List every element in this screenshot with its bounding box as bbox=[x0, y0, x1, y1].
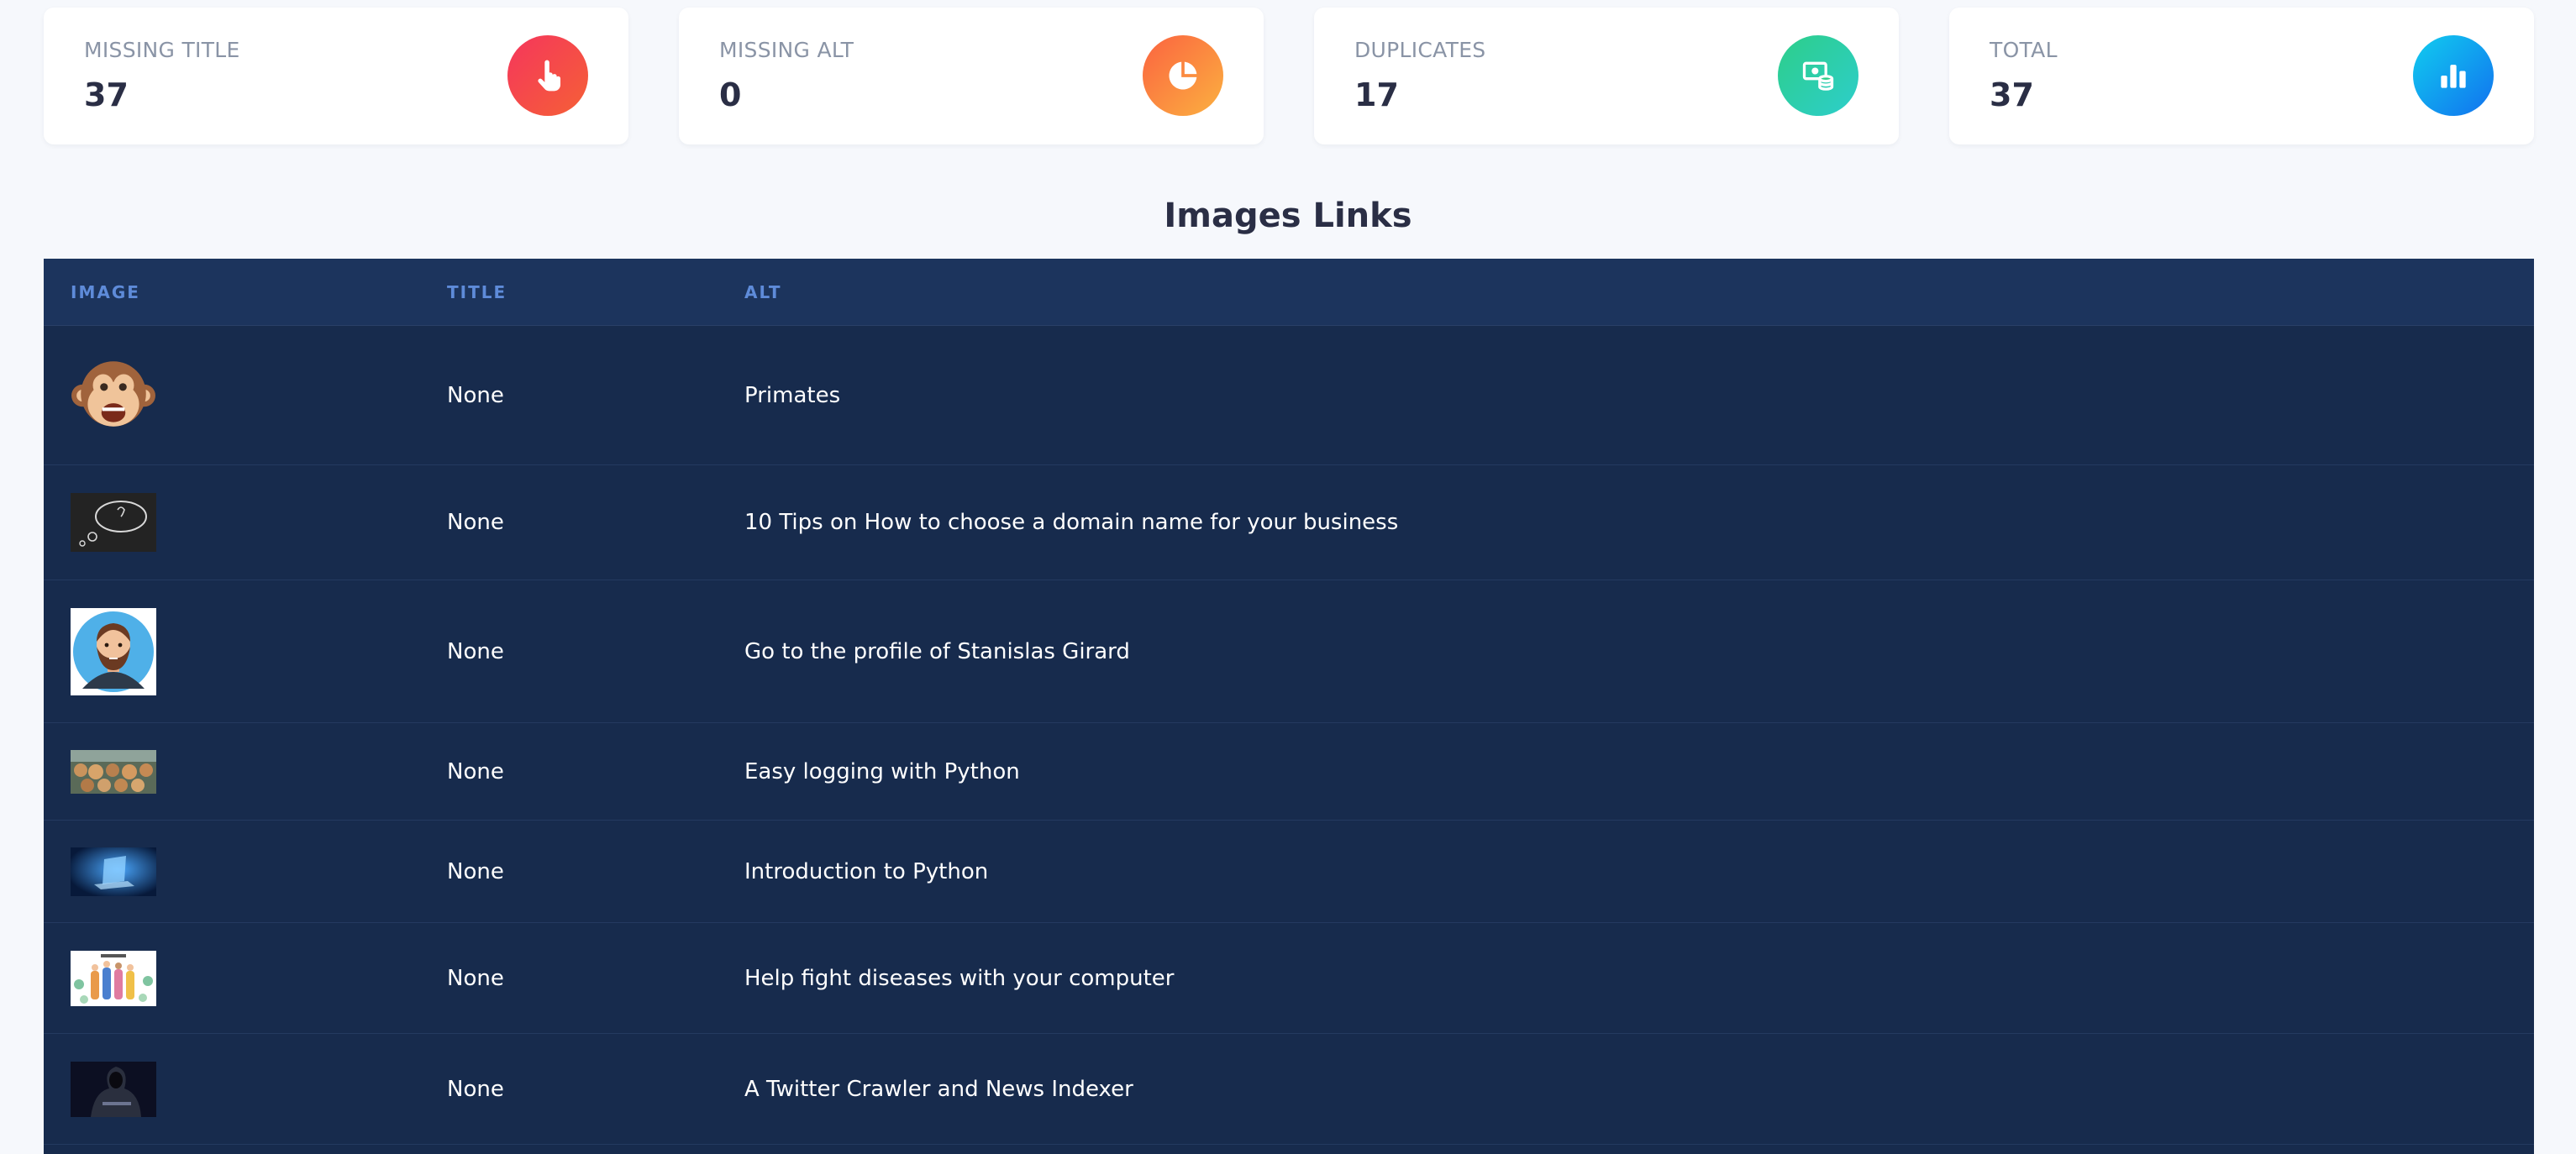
thought-bubble-chalkboard-thumbnail[interactable] bbox=[71, 493, 156, 552]
stat-label: DUPLICATES bbox=[1354, 38, 1486, 62]
stat-card-missing-title: MISSING TITLE 37 bbox=[44, 8, 628, 144]
money-coins-icon bbox=[1778, 35, 1858, 116]
stat-label: MISSING TITLE bbox=[84, 38, 240, 62]
table-row: None Primates bbox=[44, 326, 2534, 465]
stat-value: 37 bbox=[1990, 76, 2034, 113]
cell-title: None bbox=[447, 510, 504, 535]
table-header: IMAGE TITLE ALT bbox=[44, 259, 2534, 326]
cell-title: None bbox=[447, 965, 504, 991]
bar-chart-icon bbox=[2413, 35, 2494, 116]
stat-card-total: TOTAL 37 bbox=[1949, 8, 2534, 144]
section-title: Images Links bbox=[1164, 197, 1412, 235]
cell-title: None bbox=[447, 758, 504, 784]
fight-virus-illustration-thumbnail[interactable] bbox=[71, 950, 156, 1006]
column-header-image[interactable]: IMAGE bbox=[71, 259, 140, 326]
stat-value: 0 bbox=[719, 76, 742, 113]
cell-title: None bbox=[447, 858, 504, 884]
hooded-figure-thumbnail[interactable] bbox=[71, 1061, 156, 1117]
stat-value: 37 bbox=[84, 76, 129, 113]
column-header-alt[interactable]: ALT bbox=[744, 259, 782, 326]
cell-alt: Easy logging with Python bbox=[744, 758, 1020, 784]
stat-label: MISSING ALT bbox=[719, 38, 854, 62]
table-row: None Go to the profile of Stanislas Gira… bbox=[44, 580, 2534, 723]
stat-card-missing-alt: MISSING ALT 0 bbox=[679, 8, 1264, 144]
table-row: None Help fight diseases with your compu… bbox=[44, 923, 2534, 1034]
table-row: None Easy logging with Python bbox=[44, 723, 2534, 821]
blue-laptop-thumbnail[interactable] bbox=[71, 847, 156, 896]
stats-cards: MISSING TITLE 37 MISSING ALT 0 DUPLICATE… bbox=[44, 8, 2534, 144]
bearded-man-avatar-thumbnail[interactable] bbox=[71, 607, 156, 695]
cell-title: None bbox=[447, 382, 504, 408]
column-header-title[interactable]: TITLE bbox=[447, 259, 507, 326]
cell-alt: 10 Tips on How to choose a domain name f… bbox=[744, 510, 1399, 535]
cell-title: None bbox=[447, 638, 504, 664]
hand-pointer-icon bbox=[507, 35, 588, 116]
cell-title: None bbox=[447, 1076, 504, 1102]
table-row: None 10 Tips on How to choose a domain n… bbox=[44, 465, 2534, 580]
stacked-logs-thumbnail[interactable] bbox=[71, 749, 156, 794]
monkey-emoji-thumbnail[interactable] bbox=[71, 353, 156, 438]
stat-label: TOTAL bbox=[1990, 38, 2058, 62]
stat-value: 17 bbox=[1354, 76, 1399, 113]
stat-card-duplicates: DUPLICATES 17 bbox=[1314, 8, 1899, 144]
cell-alt: Help fight diseases with your computer bbox=[744, 965, 1175, 991]
images-links-table: IMAGE TITLE ALT None Primates None 10 Ti… bbox=[44, 259, 2534, 1154]
table-row: None Introduction to Python bbox=[44, 821, 2534, 923]
table-row: None A Twitter Crawler and News Indexer bbox=[44, 1034, 2534, 1145]
cell-alt: A Twitter Crawler and News Indexer bbox=[744, 1076, 1133, 1102]
pie-chart-icon bbox=[1143, 35, 1223, 116]
cell-alt: Primates bbox=[744, 382, 841, 408]
cell-alt: Introduction to Python bbox=[744, 858, 989, 884]
cell-alt: Go to the profile of Stanislas Girard bbox=[744, 638, 1130, 664]
